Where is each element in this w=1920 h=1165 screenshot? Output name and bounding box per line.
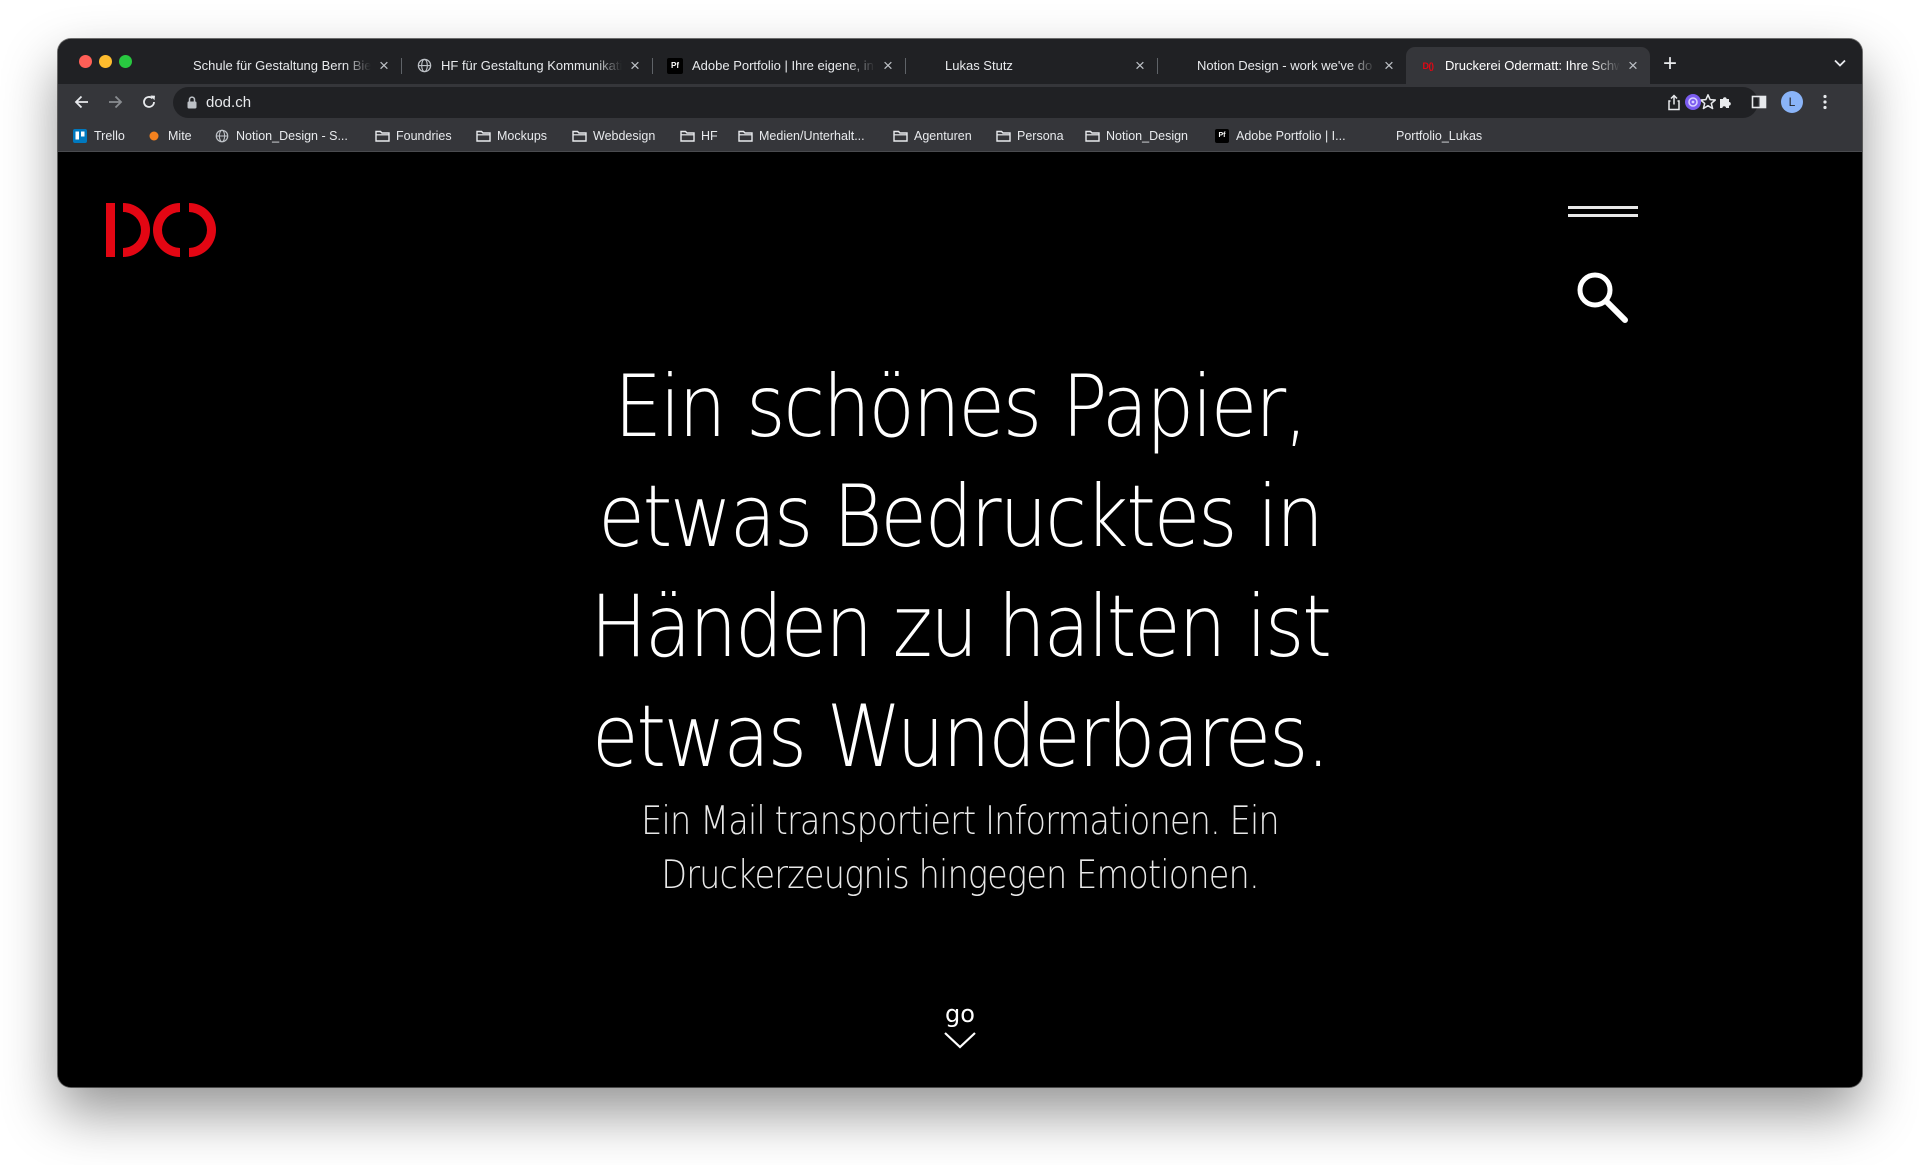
globe-icon <box>214 128 230 144</box>
folder-icon <box>1084 128 1100 144</box>
tab-title: HF für Gestaltung Kommunikation <box>441 58 622 73</box>
chevron-down-icon <box>944 1032 976 1049</box>
bookmark-label: Notion_Design - S... <box>236 129 348 143</box>
tab-title: Lukas Stutz <box>945 58 1013 73</box>
hero-line: Händen zu halten ist <box>590 577 1332 677</box>
address-bar[interactable]: dod.ch <box>173 87 1758 118</box>
bookmark-mite[interactable]: Mite <box>146 121 192 151</box>
tab-close-icon[interactable]: × <box>626 56 644 75</box>
back-arrow-icon[interactable] <box>68 88 96 116</box>
folder-icon <box>995 128 1011 144</box>
tab-hf[interactable]: HF für Gestaltung Kommunikation × <box>402 47 652 84</box>
bookmark-notion-design[interactable]: Notion_Design <box>1084 121 1188 151</box>
tab-notion-design[interactable]: Notion Design - work we've do × <box>1158 47 1406 84</box>
tab-druckerei-odermatt[interactable]: D() Druckerei Odermatt: Ihre Schw × <box>1406 47 1650 84</box>
page-content: Ein schönes Papier, etwas Bedrucktes in … <box>58 152 1862 1087</box>
tab-close-icon[interactable]: × <box>1131 56 1149 75</box>
adobe-portfolio-icon: Pf <box>667 57 683 74</box>
mite-icon <box>146 128 162 144</box>
browser-window: Schule für Gestaltung Bern Biel × HF für… <box>58 39 1862 1087</box>
more-menu-icon[interactable] <box>1811 88 1839 116</box>
do-favicon-icon: D() <box>1422 60 1435 71</box>
trello-icon <box>72 128 88 144</box>
bookmark-label: Portfolio_Lukas <box>1396 129 1483 143</box>
reload-icon[interactable] <box>135 88 163 116</box>
hero-line: Ein schönes Papier, <box>614 357 1308 457</box>
tab-title: Druckerei Odermatt: Ihre Schw <box>1445 58 1620 73</box>
forward-arrow-icon[interactable] <box>101 88 129 116</box>
extensions-puzzle-icon[interactable] <box>1712 88 1740 116</box>
bookmark-medien-unterhaltung[interactable]: Medien/Unterhalt... <box>737 121 865 151</box>
bookmark-label: Notion_Design <box>1106 129 1188 143</box>
tab-lukas-stutz[interactable]: Lukas Stutz × <box>906 47 1157 84</box>
tab-close-icon[interactable]: × <box>1624 56 1642 75</box>
close-window-button[interactable] <box>79 55 92 68</box>
bookmark-hf[interactable]: HF <box>679 121 718 151</box>
url-text: dod.ch <box>206 94 252 111</box>
lock-icon[interactable] <box>187 96 197 114</box>
hamburger-menu-icon[interactable] <box>1568 206 1638 220</box>
bookmark-label: Persona <box>1017 129 1064 143</box>
bookmark-label: Agenturen <box>914 129 972 143</box>
hero-line: etwas Bedrucktes in <box>598 467 1324 567</box>
bookmarks-bar: Trello Mite Notion_Design - S... Foundri… <box>58 121 1862 152</box>
search-icon[interactable] <box>1575 270 1629 329</box>
bookmark-label: HF <box>701 129 718 143</box>
globe-icon <box>416 58 432 74</box>
minimize-window-button[interactable] <box>99 55 112 68</box>
folder-icon <box>737 128 753 144</box>
profile-avatar[interactable]: L <box>1778 88 1806 116</box>
bookmark-label: Adobe Portfolio | I... <box>1236 129 1346 143</box>
bookmark-label: Webdesign <box>593 129 656 143</box>
bookmark-label: Foundries <box>396 129 452 143</box>
folder-icon <box>571 128 587 144</box>
tab-strip: Schule für Gestaltung Bern Biel × HF für… <box>58 39 1862 84</box>
bookmark-persona[interactable]: Persona <box>995 121 1064 151</box>
bookmark-notion-design-s[interactable]: Notion_Design - S... <box>214 121 348 151</box>
bookmark-portfolio-lukas[interactable]: Portfolio_Lukas <box>1396 121 1482 151</box>
profile-initial: L <box>1781 91 1803 113</box>
hero-headline: Ein schönes Papier, etwas Bedrucktes in … <box>589 352 1332 792</box>
tab-sfgb[interactable]: Schule für Gestaltung Bern Biel × <box>154 47 401 84</box>
hero-subtitle: Ein Mail transportiert Informationen. Ei… <box>597 795 1323 903</box>
tab-title: Notion Design - work we've do <box>1197 58 1373 73</box>
tab-search-chevron-icon[interactable] <box>1828 51 1852 75</box>
bookmark-adobe-portfolio[interactable]: Pf Adobe Portfolio | I... <box>1214 121 1346 151</box>
blank-favicon-icon <box>1172 58 1188 74</box>
hero-line: etwas Wunderbares. <box>591 687 1330 787</box>
bookmark-label: Medien/Unterhalt... <box>759 129 865 143</box>
tab-close-icon[interactable]: × <box>375 56 393 75</box>
subtitle-line: Ein Mail transportiert Informationen. Ei… <box>641 799 1279 844</box>
new-tab-button[interactable]: + <box>1656 50 1684 78</box>
bookmark-label: Trello <box>94 129 125 143</box>
sfgb-favicon-icon <box>168 58 184 74</box>
bookmark-label: Mockups <box>497 129 548 143</box>
dod-logo[interactable] <box>106 200 222 265</box>
bookmark-trello[interactable]: Trello <box>72 121 125 151</box>
bookmark-label: Mite <box>168 129 192 143</box>
tab-title: Adobe Portfolio | Ihre eigene, ind <box>692 58 875 73</box>
subtitle-line: Druckerzeugnis hingegen Emotionen. <box>661 853 1259 898</box>
bookmark-webdesign[interactable]: Webdesign <box>571 121 655 151</box>
bookmark-mockups[interactable]: Mockups <box>475 121 547 151</box>
scroll-label: go <box>945 1000 975 1028</box>
tab-title: Schule für Gestaltung Bern Biel <box>193 58 371 73</box>
extension-purple-icon[interactable] <box>1679 88 1707 116</box>
adobe-portfolio-icon: Pf <box>1214 128 1230 144</box>
maximize-window-button[interactable] <box>119 55 132 68</box>
folder-icon <box>475 128 491 144</box>
folder-icon <box>374 128 390 144</box>
tab-adobe-portfolio[interactable]: Pf Adobe Portfolio | Ihre eigene, ind × <box>653 47 905 84</box>
side-panel-icon[interactable] <box>1745 88 1773 116</box>
tab-close-icon[interactable]: × <box>879 56 897 75</box>
bookmark-foundries[interactable]: Foundries <box>374 121 452 151</box>
bookmark-agenturen[interactable]: Agenturen <box>892 121 972 151</box>
folder-icon <box>892 128 908 144</box>
blank-favicon-icon <box>920 58 936 74</box>
folder-icon <box>679 128 695 144</box>
tab-close-icon[interactable]: × <box>1380 56 1398 75</box>
scroll-down-button[interactable]: go <box>910 1002 1010 1055</box>
browser-toolbar: dod.ch L <box>58 84 1862 121</box>
